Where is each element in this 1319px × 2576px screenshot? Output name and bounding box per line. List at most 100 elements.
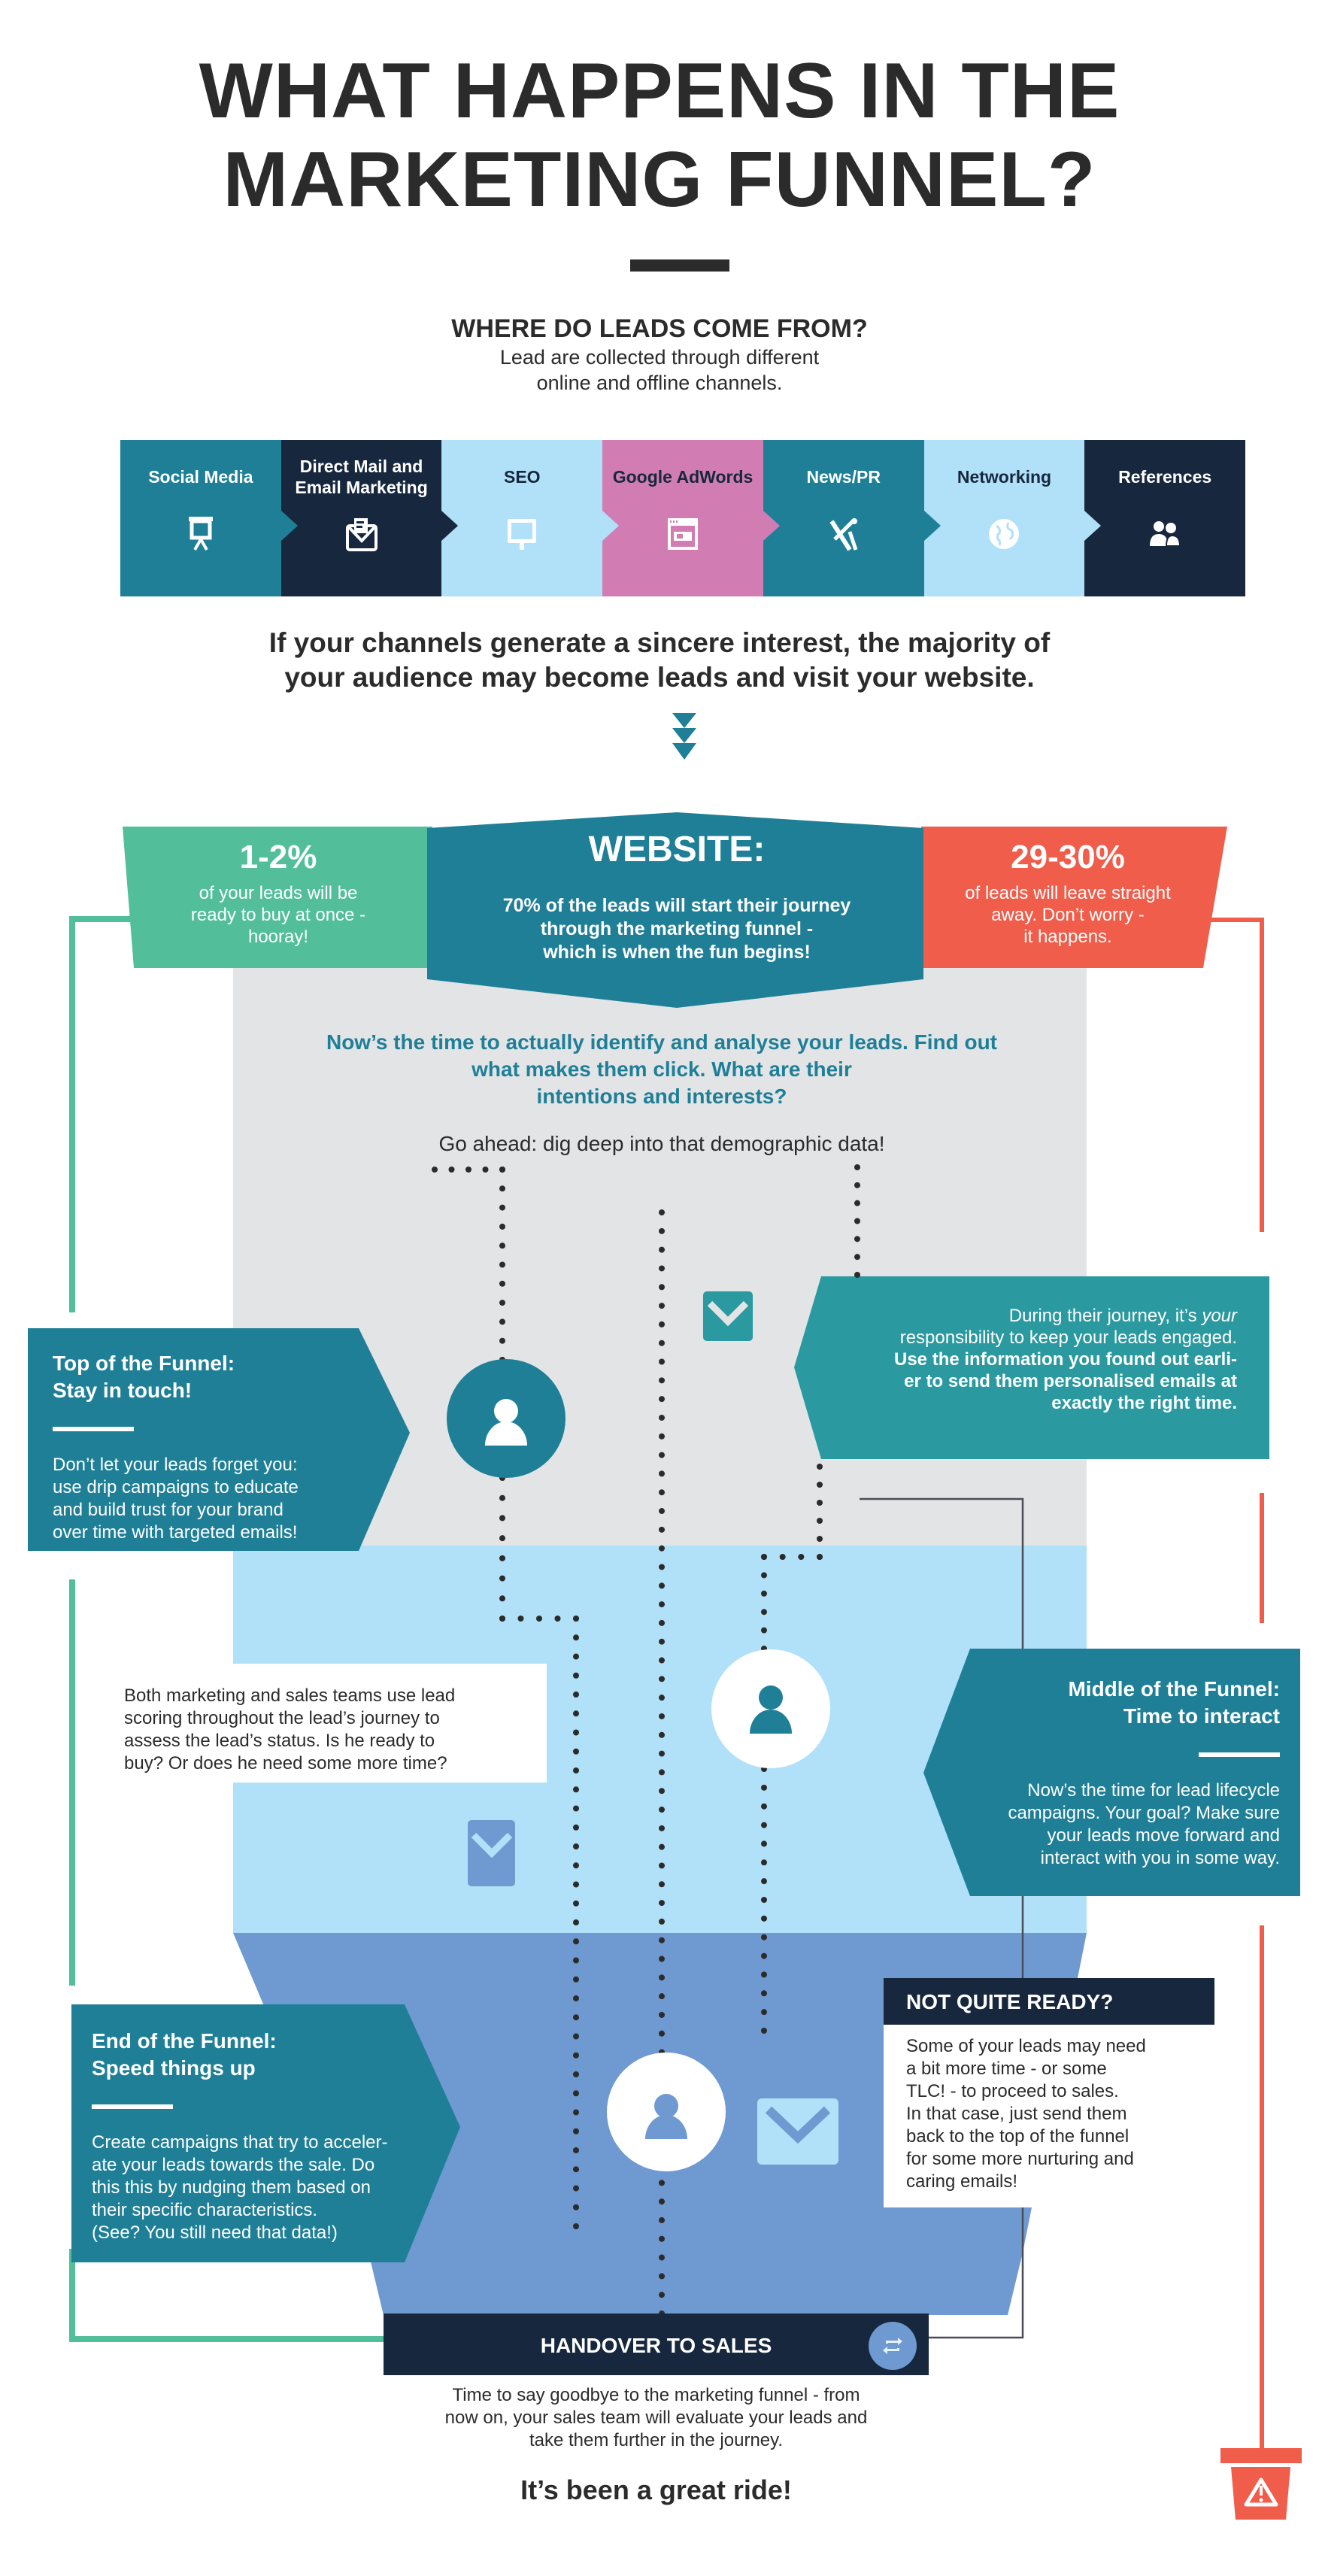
scoring-line: Both marketing and sales teams use lead	[124, 1685, 456, 1706]
statement-line: your audience may become leads and visit…	[284, 662, 1035, 693]
engage-prefix: During their journey, it’s	[1008, 1306, 1202, 1326]
body-line: Now’s the time for lead lifecycle	[1027, 1780, 1280, 1801]
goodbye-line: take them further in the journey.	[529, 2430, 784, 2450]
path-dot	[432, 1167, 438, 1173]
path-dot	[573, 1672, 579, 1679]
identify-line: what makes them click. What are their	[472, 1057, 852, 1081]
path-dot	[659, 2235, 665, 2242]
path-dot	[499, 1555, 505, 1561]
path-dot	[761, 1627, 767, 1634]
sources-sub-line: Lead are collected through different	[499, 346, 820, 369]
path-dot	[659, 2292, 665, 2298]
path-dot	[659, 1545, 665, 1552]
path-dot	[499, 1337, 505, 1344]
path-dot	[761, 1590, 767, 1597]
dig-deep-text: Go ahead: dig deep into that demographic…	[438, 1132, 885, 1155]
path-dot	[761, 1784, 767, 1791]
stat-buy-now: 1-2% of your leads will be ready to buy …	[150, 839, 406, 948]
ad-window-icon	[664, 515, 702, 553]
website-text: 70% of the leads will start their journe…	[429, 894, 925, 964]
path-dot	[659, 1657, 665, 1664]
body-line: your leads move forward and	[1047, 1825, 1281, 1846]
not-quite-ready-body: Some of your leads may need a bit more t…	[884, 2025, 1214, 2207]
path-dot	[573, 1692, 579, 1698]
engage-emphasis: your	[1202, 1306, 1237, 1326]
person-avatar-bottom	[607, 2053, 726, 2171]
path-dot	[573, 1919, 579, 1925]
path-dot	[573, 2185, 579, 2192]
path-dot	[854, 1236, 860, 1242]
title-line-2: MARKETING FUNNEL?	[223, 136, 1096, 223]
stat-text-line: hooray!	[247, 927, 309, 947]
callout-divider	[92, 2104, 173, 2109]
channel-label: Networking	[957, 467, 1052, 487]
path-dot	[659, 1227, 665, 1234]
path-dot	[573, 1748, 579, 1755]
path-dot	[659, 1750, 665, 1757]
path-dot	[798, 1554, 805, 1560]
engage-bold-line: exactly the right time.	[1051, 1393, 1237, 1413]
callout-divider	[53, 1427, 134, 1431]
path-dot	[499, 1575, 505, 1582]
identify-line: Now’s the time to actually identify and …	[326, 1030, 998, 1054]
path-dot	[659, 1303, 665, 1309]
path-dot	[659, 1788, 665, 1795]
path-dot	[573, 1862, 579, 1869]
repeat-arrows-icon	[869, 2322, 917, 2370]
path-dot	[573, 1957, 579, 1964]
path-dot	[659, 1881, 665, 1888]
path-dot	[854, 1182, 860, 1188]
body-line: interact with you in some way.	[1040, 1848, 1280, 1868]
path-dot	[517, 1616, 524, 1622]
path-dot	[659, 1713, 665, 1719]
not-quite-ready-heading: NOT QUITE READY?	[884, 1978, 1214, 2025]
lead-scoring-text: Both marketing and sales teams use lead …	[124, 1685, 530, 1775]
path-dot	[817, 1518, 823, 1524]
path-dot	[573, 1616, 579, 1622]
path-dot	[761, 1915, 767, 1922]
path-dot	[554, 1616, 561, 1622]
path-dot	[659, 1209, 665, 1215]
channel-networking: Networking	[923, 440, 1102, 596]
path-dot	[854, 1164, 860, 1170]
path-dot	[659, 1489, 665, 1496]
title-divider	[630, 259, 729, 272]
green-path-line	[69, 916, 154, 1312]
path-dot	[499, 1242, 505, 1249]
stat-value: 1-2%	[239, 839, 317, 875]
path-dot	[465, 1167, 472, 1173]
channel-arrow	[280, 511, 298, 541]
path-dot	[761, 1572, 767, 1579]
channel-direct-mail: Direct Mail and Email Marketing	[280, 440, 459, 596]
engage-line: During their journey, it’s your	[797, 1305, 1237, 1327]
path-dot	[659, 1284, 665, 1291]
nqr-line: TLC! - to proceed to sales.	[906, 2081, 1119, 2101]
engage-bold-line: Use the information you found out earli-	[894, 1349, 1237, 1370]
person-avatar-top	[447, 1359, 566, 1478]
body-line: use drip campaigns to educate	[53, 1477, 299, 1497]
sources-subtitle: Lead are collected through different onl…	[0, 344, 1319, 396]
handover-to-sales-banner: HANDOVER TO SALES	[384, 2314, 929, 2375]
path-dot	[659, 1321, 665, 1327]
path-dot	[499, 1595, 505, 1602]
path-dot	[659, 1582, 665, 1589]
path-dot	[659, 1470, 665, 1477]
heading-line: Top of the Funnel:	[53, 1352, 235, 1375]
path-dot	[659, 1731, 665, 1738]
path-dot	[761, 1952, 767, 1959]
path-dot	[659, 1564, 665, 1570]
heading-line: Time to interact	[1123, 1704, 1280, 1728]
path-dot	[817, 1536, 823, 1542]
path-dot	[659, 1358, 665, 1365]
body-line: this this by nudging them based on	[92, 2177, 371, 2198]
path-dot	[659, 1601, 665, 1608]
path-dot	[499, 1185, 505, 1192]
path-dot	[573, 2204, 579, 2210]
mail-envelope-icon	[343, 515, 381, 553]
path-dot	[659, 1862, 665, 1869]
path-dot	[659, 1900, 665, 1907]
channel-label: Google AdWords	[612, 467, 753, 487]
body-line: their specific characteristics.	[92, 2200, 318, 2220]
path-dot	[659, 2254, 665, 2261]
body-line: campaigns. Your goal? Make sure	[1008, 1803, 1280, 1823]
